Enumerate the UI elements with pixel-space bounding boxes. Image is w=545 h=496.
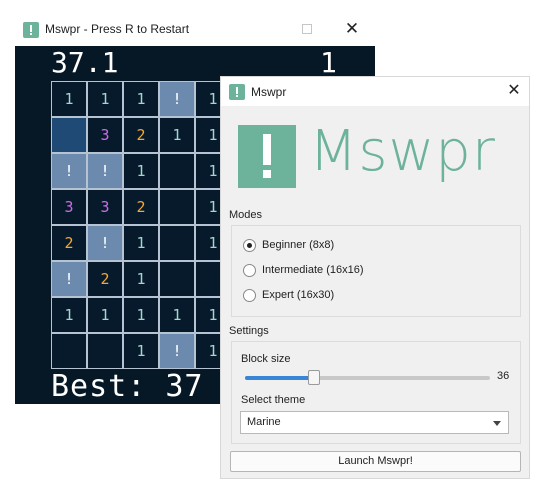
minefield-cell[interactable] (159, 153, 195, 189)
settings-group-label: Settings (229, 325, 269, 337)
settings-group: Block size 36 Select theme Marine (231, 341, 521, 444)
minefield-board: 1 1 1! 1 3 2 1 1!! 1 1 3 3 2 1 2! 1 1! 2 1 1 1 1 1 1 1! 1 (51, 81, 231, 369)
launcher-titlebar: Mswpr ✕ (221, 77, 529, 106)
launcher-window: Mswpr ✕ Mswpr Modes Beginner (8x8) Inter… (220, 76, 530, 479)
radio-button[interactable] (243, 288, 256, 302)
close-icon[interactable]: ✕ (343, 19, 361, 39)
minefield-cell[interactable]: 1 (123, 225, 159, 261)
maximize-icon[interactable] (302, 24, 312, 34)
block-size-label: Block size (241, 353, 291, 365)
minefield-cell[interactable] (159, 189, 195, 225)
modes-group: Beginner (8x8) Intermediate (16x16) Expe… (231, 225, 521, 317)
slider-handle[interactable] (307, 370, 320, 385)
minefield-cell[interactable] (159, 225, 195, 261)
theme-dropdown[interactable]: Marine (240, 411, 509, 434)
minefield-cell[interactable]: 1 (51, 81, 87, 117)
chevron-down-icon[interactable] (493, 421, 501, 426)
mode-label: Intermediate (16x16) (262, 264, 364, 276)
app-icon (23, 22, 39, 38)
mode-option-intermediate[interactable]: Intermediate (16x16) (243, 261, 364, 279)
minefield-cell[interactable]: 1 (123, 333, 159, 369)
app-icon (229, 84, 245, 100)
minefield-cell[interactable]: 1 (123, 81, 159, 117)
timer-display: 37.1 (51, 46, 119, 79)
best-time-display: Best: 37 (51, 369, 204, 404)
flagged-cell[interactable]: ! (87, 225, 123, 261)
flagged-cell[interactable]: ! (159, 333, 195, 369)
minefield-cell[interactable] (51, 117, 87, 153)
minefield-cell[interactable]: 3 (51, 189, 87, 225)
flagged-cell[interactable]: ! (159, 81, 195, 117)
minefield-cell[interactable] (51, 333, 87, 369)
slider-fill (245, 376, 314, 380)
flagged-cell[interactable]: ! (51, 153, 87, 189)
minefield-cell[interactable]: 1 (123, 297, 159, 333)
radio-button[interactable] (243, 263, 256, 277)
mode-label: Expert (16x30) (262, 289, 335, 301)
game-titlebar: Mswpr - Press R to Restart ✕ (15, 14, 375, 46)
mode-option-expert[interactable]: Expert (16x30) (243, 286, 334, 304)
minefield-cell[interactable]: 2 (123, 117, 159, 153)
minefield-cell[interactable]: 1 (159, 117, 195, 153)
close-icon[interactable]: ✕ (505, 81, 523, 101)
logo-wordmark: Mswpr (309, 119, 496, 184)
flagged-cell[interactable]: ! (87, 153, 123, 189)
minefield-cell[interactable]: 1 (159, 297, 195, 333)
launcher-window-title: Mswpr (251, 85, 287, 99)
minefield-cell[interactable] (159, 261, 195, 297)
launch-button[interactable]: Launch Mswpr! (230, 451, 521, 472)
minefield-cell[interactable]: 1 (87, 297, 123, 333)
mode-option-beginner[interactable]: Beginner (8x8) (243, 236, 334, 254)
minefield-cell[interactable]: 2 (123, 189, 159, 225)
minefield-cell[interactable]: 1 (123, 261, 159, 297)
block-size-slider[interactable] (245, 370, 490, 385)
flagged-cell[interactable]: ! (51, 261, 87, 297)
minefield-cell[interactable]: 3 (87, 117, 123, 153)
modes-group-label: Modes (229, 209, 263, 221)
minefield-cell[interactable]: 3 (87, 189, 123, 225)
minefield-cell[interactable]: 1 (51, 297, 87, 333)
minefield-cell[interactable]: 1 (87, 81, 123, 117)
game-window-title: Mswpr - Press R to Restart (45, 22, 190, 36)
mines-remaining-counter: 1 (320, 46, 337, 79)
mode-label: Beginner (8x8) (262, 239, 335, 251)
block-size-value: 36 (497, 370, 510, 382)
logo-icon (238, 125, 296, 188)
theme-selected-value: Marine (247, 416, 281, 428)
minefield-cell[interactable]: 2 (51, 225, 87, 261)
radio-button[interactable] (243, 238, 256, 252)
theme-label: Select theme (241, 394, 306, 406)
minefield-cell[interactable] (87, 333, 123, 369)
minefield-cell[interactable]: 1 (123, 153, 159, 189)
minefield-cell[interactable]: 2 (87, 261, 123, 297)
